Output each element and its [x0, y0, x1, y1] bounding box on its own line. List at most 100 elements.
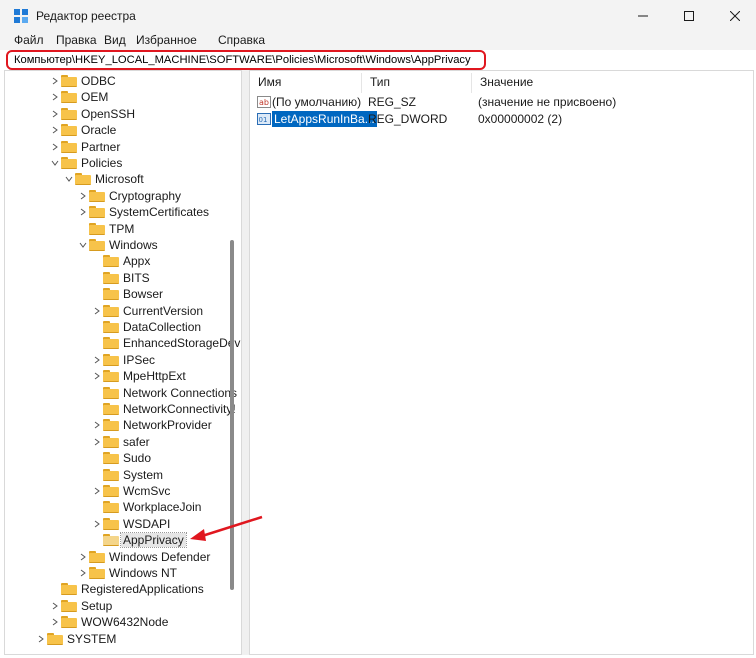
tree-item[interactable]: Windows NT	[77, 565, 177, 581]
tree-item[interactable]: DataCollection	[91, 319, 201, 335]
column-header-type[interactable]: Тип	[362, 73, 472, 93]
tree-item[interactable]: Appx	[91, 253, 150, 269]
tree-item[interactable]: Partner	[49, 139, 120, 155]
registry-tree[interactable]: ODBC OEM OpenSSH Oracle Partner Policies Micro…	[4, 70, 242, 655]
tree-item[interactable]: Setup	[49, 598, 112, 614]
menu-help[interactable]: Справка	[218, 33, 265, 47]
tree-item[interactable]: WorkplaceJoin	[91, 499, 201, 515]
chevron-right-icon[interactable]	[91, 368, 103, 384]
chevron-right-icon[interactable]	[91, 483, 103, 499]
folder-icon	[103, 255, 119, 268]
chevron-right-icon[interactable]	[35, 631, 47, 647]
tree-item[interactable]: NetworkProvider	[91, 417, 212, 433]
tree-item-label: Network Connections	[123, 385, 238, 400]
chevron-down-icon[interactable]	[63, 171, 75, 187]
tree-item[interactable]: TPM	[77, 221, 134, 237]
chevron-right-icon[interactable]	[49, 139, 61, 155]
tree-item[interactable]: WcmSvc	[91, 483, 170, 499]
tree-item[interactable]: ODBC	[49, 73, 116, 89]
folder-icon	[89, 206, 105, 219]
tree-item[interactable]: Bowser	[91, 286, 163, 302]
chevron-down-icon[interactable]	[49, 155, 61, 171]
tree-item[interactable]: BITS	[91, 270, 150, 286]
tree-scrollbar[interactable]	[230, 240, 234, 590]
maximize-button[interactable]	[666, 0, 712, 32]
chevron-right-icon[interactable]	[49, 122, 61, 138]
menu-favorites[interactable]: Избранное	[136, 33, 197, 47]
chevron-right-icon[interactable]	[77, 549, 89, 565]
chevron-right-icon[interactable]	[77, 204, 89, 220]
value-row[interactable]: ab (По умолчанию) REG_SZ (значение не пр…	[250, 94, 750, 110]
close-button[interactable]	[712, 0, 756, 32]
menu-view[interactable]: Вид	[104, 33, 126, 47]
tree-item[interactable]: Cryptography	[77, 188, 181, 204]
chevron-down-icon[interactable]	[77, 237, 89, 253]
tree-item-label: WcmSvc	[123, 484, 171, 498]
tree-item[interactable]: Network Connections	[91, 385, 237, 401]
tree-item-label: ODBC	[81, 74, 116, 88]
menu-edit[interactable]: Правка	[56, 33, 97, 47]
tree-item[interactable]: Microsoft	[63, 171, 144, 187]
chevron-right-icon[interactable]	[49, 106, 61, 122]
menu-file[interactable]: Файл	[14, 33, 44, 47]
tree-item[interactable]: Oracle	[49, 122, 116, 138]
pane-splitter[interactable]	[242, 70, 249, 655]
folder-icon	[103, 435, 119, 448]
tree-item[interactable]: WOW6432Node	[49, 614, 168, 630]
chevron-right-icon[interactable]	[77, 188, 89, 204]
chevron-right-icon[interactable]	[49, 598, 61, 614]
tree-item[interactable]: WSDAPI	[91, 516, 170, 532]
tree-item[interactable]: RegisteredApplications	[49, 581, 204, 597]
address-path: Компьютер\HKEY_LOCAL_MACHINE\SOFTWARE\Po…	[14, 54, 471, 66]
value-name: (По умолчанию)	[272, 95, 362, 109]
tree-item[interactable]: CurrentVersion	[91, 303, 203, 319]
chevron-right-icon[interactable]	[49, 614, 61, 630]
chevron-right-icon[interactable]	[91, 516, 103, 532]
folder-icon	[103, 468, 119, 481]
tree-item[interactable]: Sudo	[91, 450, 151, 466]
tree-item[interactable]: SYSTEM	[35, 631, 116, 647]
values-list[interactable]: Имя Тип Значение ab (По умолчанию) REG_S…	[249, 70, 754, 655]
tree-item[interactable]: AppPrivacy	[91, 532, 187, 549]
folder-icon	[61, 157, 77, 169]
column-header-name[interactable]: Имя	[250, 73, 362, 93]
folder-icon	[89, 567, 105, 579]
chevron-right-icon[interactable]	[91, 352, 103, 368]
tree-item-label: Partner	[81, 139, 121, 154]
tree-item-label: SystemCertificates	[109, 205, 210, 220]
tree-item[interactable]: EnhancedStorageDevi	[91, 335, 241, 351]
chevron-right-icon[interactable]	[49, 89, 61, 105]
tree-item[interactable]: SystemCertificates	[77, 204, 209, 220]
minimize-button[interactable]	[620, 0, 666, 32]
chevron-right-icon[interactable]	[91, 434, 103, 450]
chevron-right-icon[interactable]	[91, 417, 103, 433]
tree-item[interactable]: Policies	[49, 155, 122, 171]
dword-value-icon: 01	[257, 113, 271, 125]
tree-item[interactable]: OpenSSH	[49, 106, 135, 122]
folder-icon	[75, 173, 91, 186]
column-header-value[interactable]: Значение	[472, 73, 742, 93]
tree-item[interactable]: System	[91, 467, 163, 483]
tree-item[interactable]: safer	[91, 434, 150, 450]
tree-item[interactable]: MpeHttpExt	[91, 368, 186, 384]
chevron-right-icon[interactable]	[91, 303, 103, 319]
registry-editor-icon	[14, 9, 28, 23]
value-type: REG_DWORD	[368, 112, 448, 126]
folder-icon	[89, 189, 105, 202]
address-bar[interactable]: Компьютер\HKEY_LOCAL_MACHINE\SOFTWARE\Po…	[6, 50, 486, 70]
tree-item[interactable]: OEM	[49, 89, 108, 105]
tree-item[interactable]: IPSec	[91, 352, 155, 368]
folder-icon	[89, 239, 105, 251]
tree-item[interactable]: Windows Defender	[77, 549, 210, 565]
tree-item-label: IPSec	[123, 352, 156, 367]
chevron-right-icon[interactable]	[49, 73, 61, 89]
svg-text:ab: ab	[259, 98, 269, 107]
chevron-right-icon[interactable]	[77, 565, 89, 581]
value-row-selected[interactable]: 01 LetAppsRunInBa... REG_DWORD 0x0000000…	[250, 110, 750, 128]
tree-item-label: Windows NT	[109, 566, 178, 580]
tree-item-label: Sudo	[123, 451, 152, 466]
tree-item[interactable]: Windows	[77, 237, 158, 253]
tree-item[interactable]: NetworkConnectivity!	[91, 401, 236, 417]
